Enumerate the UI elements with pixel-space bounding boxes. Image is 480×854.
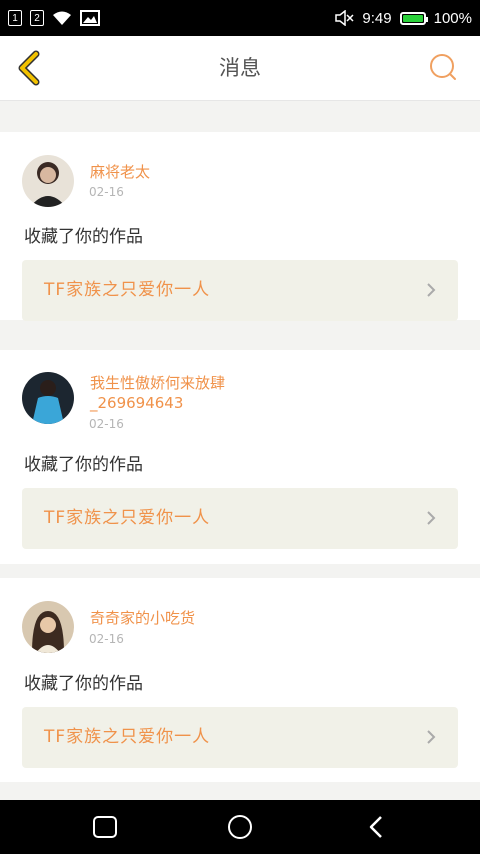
action-text: 收藏了你的作品 (24, 227, 143, 247)
work-title: TF家族之只爱你一人 (44, 280, 211, 300)
work-title: TF家族之只爱你一人 (44, 508, 211, 528)
list-item: 麻将老太 02-16 收藏了你的作品 TF家族之只爱你一人 (0, 132, 480, 321)
work-link[interactable]: TF家族之只爱你一人 (22, 488, 458, 549)
system-nav-bar (0, 800, 480, 854)
chevron-right-icon (427, 511, 436, 525)
action-text: 收藏了你的作品 (24, 674, 143, 694)
work-title: TF家族之只爱你一人 (44, 727, 211, 747)
chevron-right-icon (427, 730, 436, 744)
clock: 9:49 (362, 9, 392, 27)
sim1-icon: 1 (8, 10, 22, 26)
user-name[interactable]: 麻将老太 (90, 162, 260, 182)
action-text: 收藏了你的作品 (24, 455, 143, 475)
user-name[interactable]: 我生性傲娇何来放肆_269694643 (90, 373, 260, 413)
work-link[interactable]: TF家族之只爱你一人 (22, 260, 458, 321)
square-icon[interactable] (90, 812, 120, 842)
search-icon[interactable] (428, 52, 458, 82)
battery-icon (399, 11, 428, 25)
message-list: 麻将老太 02-16 收藏了你的作品 TF家族之只爱你一人 我生性傲娇何来放肆_… (0, 101, 480, 799)
status-bar: 1 2 9:49 100% (0, 0, 480, 36)
list-item: 我生性傲娇何来放肆_269694643 02-16 收藏了你的作品 TF家族之只… (0, 350, 480, 564)
image-icon (80, 10, 100, 26)
sim2-icon: 2 (30, 10, 44, 26)
work-link[interactable]: TF家族之只爱你一人 (22, 707, 458, 768)
message-date: 02-16 (89, 632, 124, 646)
page-title: 消息 (219, 56, 261, 80)
circle-icon[interactable] (225, 812, 255, 842)
battery-percent: 100% (433, 9, 472, 27)
mute-icon (335, 10, 354, 26)
triangle-back-icon[interactable] (362, 812, 392, 842)
list-item: 奇奇家的小吃货 02-16 收藏了你的作品 TF家族之只爱你一人 (0, 578, 480, 782)
chevron-right-icon (427, 283, 436, 297)
message-date: 02-16 (89, 417, 124, 431)
avatar[interactable] (22, 601, 74, 653)
user-name[interactable]: 奇奇家的小吃货 (90, 608, 260, 628)
avatar[interactable] (22, 155, 74, 207)
avatar[interactable] (22, 372, 74, 424)
wifi-icon (53, 11, 71, 25)
message-date: 02-16 (89, 185, 124, 199)
app-header: 消息 (0, 36, 480, 101)
